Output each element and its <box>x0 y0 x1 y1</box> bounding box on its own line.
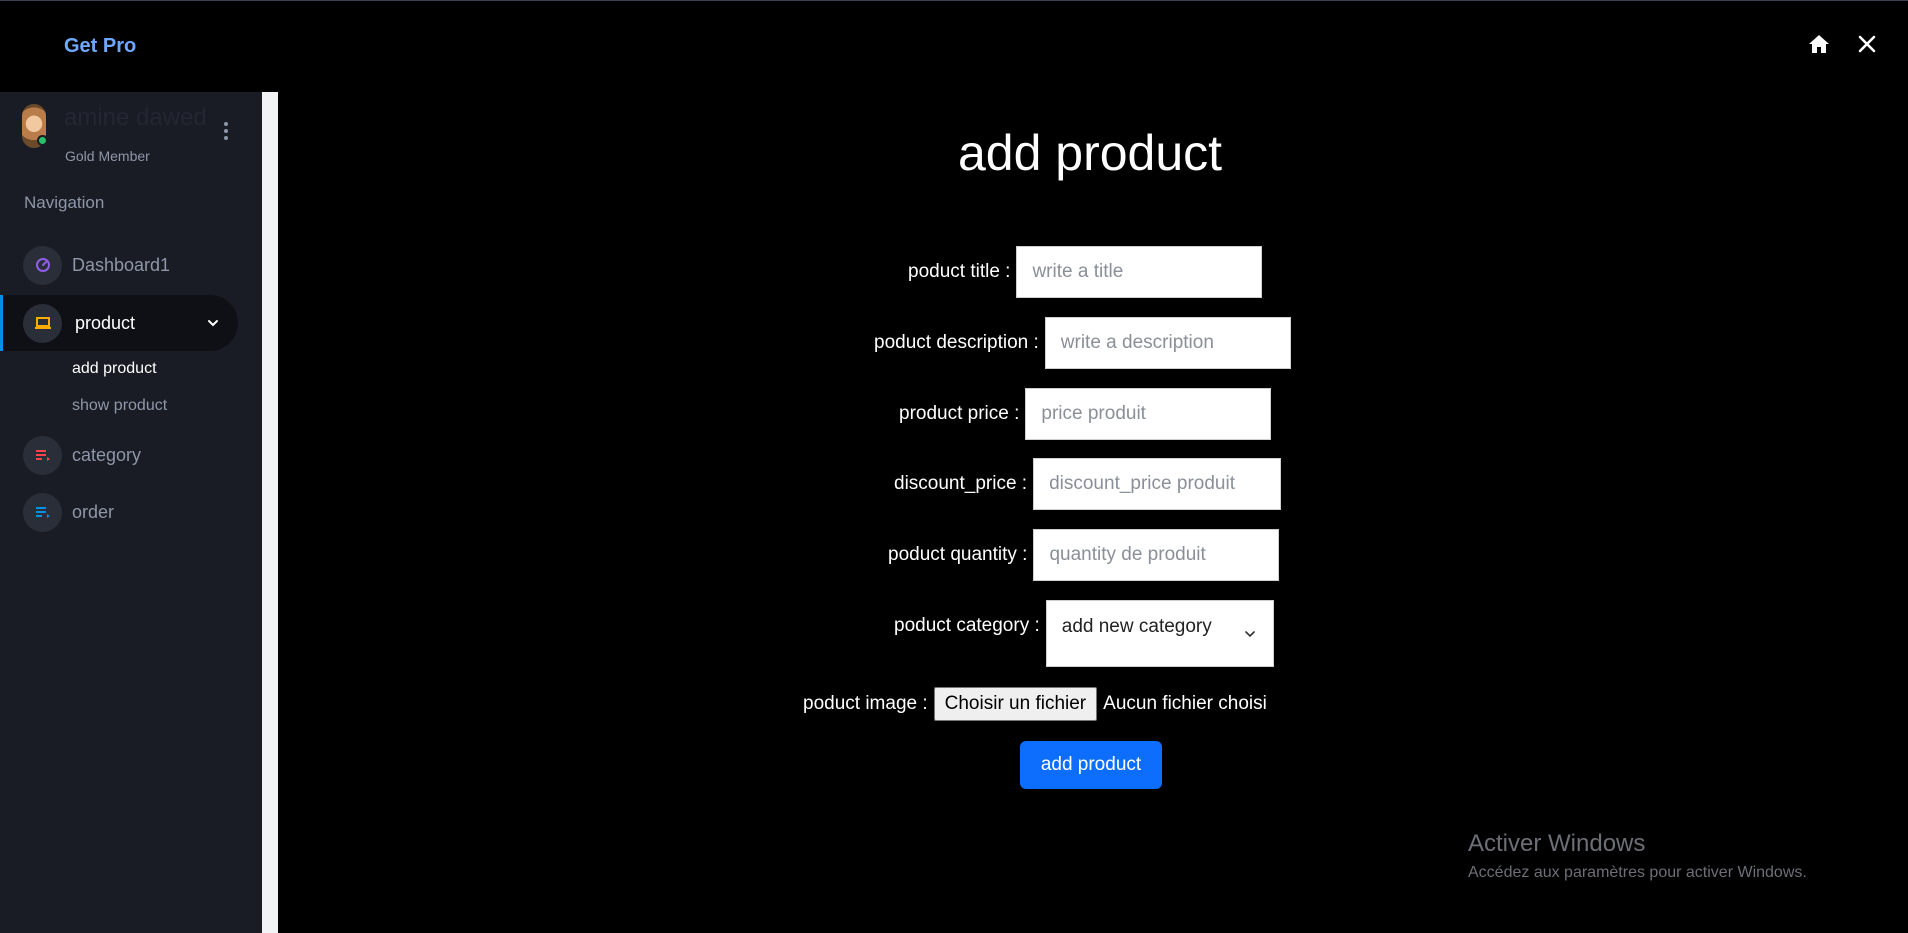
description-label: poduct description : <box>874 332 1039 353</box>
online-status-dot <box>37 135 48 146</box>
sidebar-item-dashboard[interactable]: Dashboard1 <box>0 237 238 293</box>
price-label: product price : <box>899 403 1020 424</box>
price-row: product price : <box>899 388 1272 440</box>
category-label: poduct category : <box>894 615 1040 636</box>
add-product-button[interactable]: add product <box>1020 741 1162 789</box>
laptop-icon <box>23 303 62 343</box>
choose-file-button[interactable]: Choisir un fichier <box>933 687 1098 721</box>
sidebar-item-label: product <box>75 312 136 333</box>
sidebar-scrollbar[interactable] <box>262 92 278 933</box>
discount-label: discount_price : <box>894 473 1028 494</box>
description-row: poduct description : <box>874 317 1291 369</box>
profile-name: amine dawed <box>64 104 207 131</box>
top-bar: Get Pro <box>0 0 1908 92</box>
image-row: poduct image : Choisir un fichier Aucun … <box>803 687 1267 721</box>
quantity-label: poduct quantity : <box>888 544 1028 565</box>
profile[interactable]: amine dawed Gold Member <box>22 104 242 164</box>
watermark-subtitle: Accédez aux paramètres pour activer Wind… <box>1468 864 1807 881</box>
category-row: poduct category : add new category <box>894 600 1274 667</box>
more-options-icon[interactable] <box>222 122 230 144</box>
title-row: poduct title : <box>908 246 1263 298</box>
discount-row: discount_price : <box>894 458 1282 510</box>
sidebar: amine dawed Gold Member Navigation Dashb… <box>0 92 262 933</box>
playlist-icon <box>23 435 62 475</box>
sidebar-item-product[interactable]: product <box>0 295 238 351</box>
quantity-row: poduct quantity : <box>888 529 1280 581</box>
image-label: poduct image : <box>803 693 928 714</box>
quantity-input[interactable] <box>1033 529 1280 581</box>
playlist-icon <box>23 492 62 532</box>
price-input[interactable] <box>1025 388 1272 440</box>
title-label: poduct title : <box>908 261 1011 282</box>
watermark-title: Activer Windows <box>1468 830 1646 857</box>
sidebar-item-order[interactable]: order <box>0 484 238 540</box>
profile-rank: Gold Member <box>65 148 150 164</box>
sidebar-item-label: category <box>72 444 142 465</box>
sidebar-item-category[interactable]: category <box>0 427 238 483</box>
page-title: add product <box>957 125 1223 181</box>
sidebar-subitem-show-product[interactable]: show product <box>72 397 167 415</box>
sidebar-item-label: order <box>72 501 115 522</box>
nav-heading: Navigation <box>24 193 105 212</box>
home-icon[interactable] <box>1806 31 1832 57</box>
chevron-down-icon <box>208 320 218 327</box>
file-status: Aucun fichier choisi <box>1103 693 1267 714</box>
close-icon[interactable] <box>1854 31 1880 57</box>
sidebar-subitem-add-product[interactable]: add product <box>72 360 157 378</box>
description-input[interactable] <box>1044 317 1291 369</box>
sidebar-item-label: Dashboard1 <box>72 254 171 275</box>
chevron-down-icon <box>1244 631 1255 638</box>
speedometer-icon <box>23 245 62 285</box>
title-input[interactable] <box>1016 246 1263 298</box>
brand-link[interactable]: Get Pro <box>64 35 136 58</box>
category-select[interactable]: add new category <box>1045 600 1274 667</box>
category-select-value: add new category <box>1061 616 1212 637</box>
discount-input[interactable] <box>1033 458 1282 510</box>
windows-activation-watermark: Activer Windows Accédez aux paramètres p… <box>1468 830 1807 882</box>
